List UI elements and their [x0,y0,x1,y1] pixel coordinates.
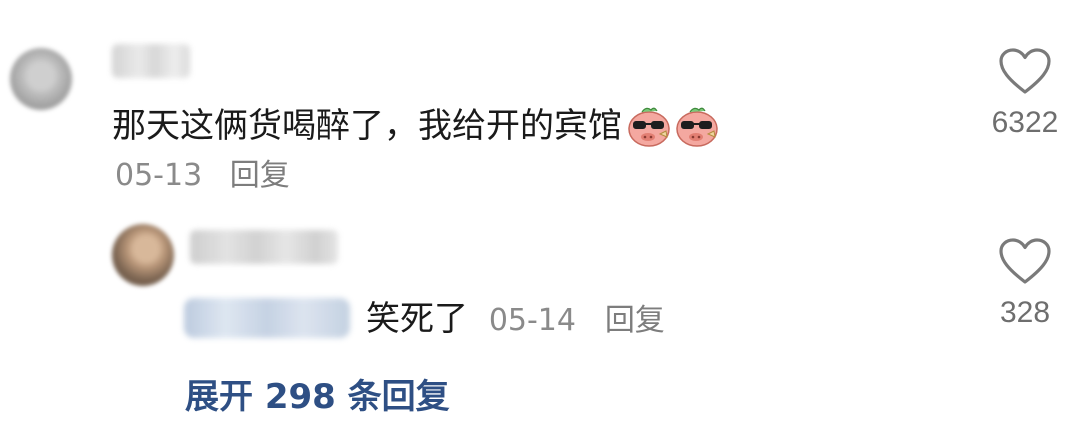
like-button[interactable]: 6322 [980,48,1070,140]
like-button[interactable]: 328 [980,238,1070,330]
reply-date: 05-14 [488,303,576,338]
pig-sunglasses-icon [676,107,718,147]
heart-icon[interactable] [998,48,1052,96]
reply-button[interactable]: 回复 [605,303,665,338]
reply-body: 笑死了 05-14 回复 [366,295,665,343]
reply-text: 笑死了 [366,299,468,339]
expand-replies-link[interactable]: 展开 298 条回复 [185,372,450,422]
username-blurred[interactable] [190,230,338,264]
username-blurred[interactable] [112,44,190,78]
mention-tag-blurred[interactable] [184,298,350,338]
like-count: 6322 [991,106,1059,139]
avatar[interactable] [10,48,72,110]
heart-icon[interactable] [998,238,1052,286]
reply-button[interactable]: 回复 [230,158,290,193]
comment-body: 那天这俩货喝醉了，我给开的宾馆 [112,100,720,152]
comment-text: 那天这俩货喝醉了，我给开的宾馆 [112,106,622,146]
like-count: 328 [999,296,1051,329]
comment-meta: 05-13 回复 [115,155,290,197]
comment-date: 05-13 [115,158,203,193]
avatar[interactable] [112,224,174,286]
pig-sunglasses-icon [628,107,670,147]
